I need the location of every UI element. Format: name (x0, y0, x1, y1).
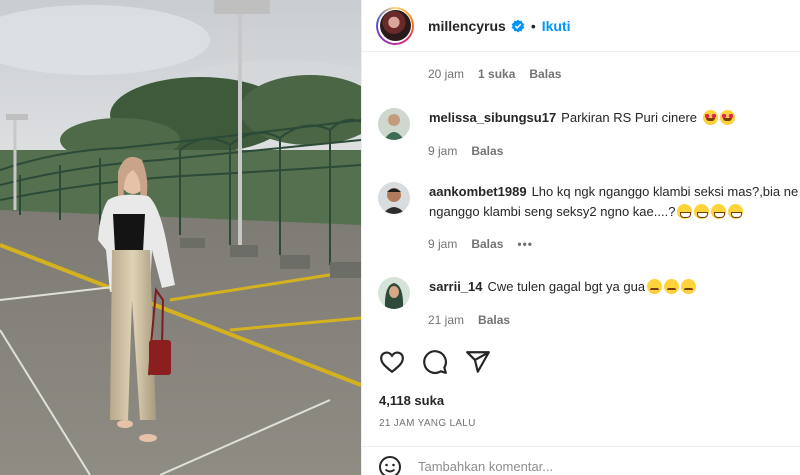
comment-icon[interactable] (422, 349, 448, 375)
grinning-squinting-emoji-icon (677, 204, 693, 219)
comment-time: 9 jam (428, 144, 458, 158)
frowning-emoji-icon (664, 279, 680, 294)
comment-text: Cwe tulen gagal bgt ya gua (487, 279, 646, 294)
commenter-avatar[interactable] (378, 108, 410, 140)
frowning-emoji-icon (681, 279, 697, 294)
grinning-squinting-emoji-icon (711, 204, 727, 219)
add-comment-bar (362, 446, 800, 475)
comment-text: Parkiran RS Puri cinere (561, 110, 697, 125)
star-struck-emoji-icon (719, 110, 735, 125)
comment-input[interactable] (418, 459, 778, 474)
post-image-illustration (0, 0, 361, 475)
post-header: millencyrus • Ikuti (362, 0, 800, 52)
commenter-avatar[interactable] (378, 277, 410, 309)
grinning-squinting-emoji-icon (728, 204, 744, 219)
previous-comment-meta: 20 jam 1 suka Balas (428, 67, 575, 81)
follow-button[interactable]: Ikuti (542, 18, 571, 34)
reply-button[interactable]: Balas (478, 313, 510, 327)
comment-meta: 9 jam Balas (428, 144, 517, 158)
comment-time: 9 jam (428, 237, 458, 251)
author-avatar[interactable] (376, 6, 414, 45)
frowning-emoji-icon (647, 279, 663, 294)
commenter-username[interactable]: melissa_sibungsu17 (429, 110, 556, 125)
reply-button[interactable]: Balas (471, 237, 503, 251)
comment-time: 20 jam (428, 67, 465, 81)
post-actions (379, 349, 491, 375)
emoji-smile-icon[interactable] (378, 455, 402, 475)
separator-dot: • (530, 17, 536, 34)
comment-item: melissa_sibungsu17 Parkiran RS Puri ciner… (378, 108, 799, 140)
post-photo (0, 0, 361, 475)
comment-item: sarrii_14 Cwe tulen gagal bgt ya gua (378, 277, 799, 309)
post-timestamp: 21 JAM YANG LALU (379, 418, 476, 429)
post-detail-panel: millencyrus • Ikuti 20 jam 1 suka Balas … (361, 0, 800, 475)
grinning-squinting-emoji-icon (694, 204, 710, 219)
comment-time: 21 jam (428, 313, 465, 327)
comment-likes[interactable]: 1 suka (478, 67, 515, 81)
reply-button[interactable]: Balas (471, 144, 503, 158)
commenter-username[interactable]: aankombet1989 (429, 184, 527, 199)
commenter-avatar[interactable] (378, 182, 410, 214)
send-icon[interactable] (465, 349, 491, 375)
commenter-username[interactable]: sarrii_14 (429, 279, 483, 294)
likes-count[interactable]: 4,118 suka (379, 393, 444, 408)
more-options-icon[interactable]: ••• (517, 237, 533, 251)
comment-meta: 9 jam Balas ••• (428, 237, 547, 251)
star-struck-emoji-icon (702, 110, 718, 125)
author-username[interactable]: millencyrus (428, 18, 506, 34)
comment-meta: 21 jam Balas (428, 313, 524, 327)
heart-icon[interactable] (379, 349, 405, 375)
verified-badge-icon (511, 19, 525, 33)
comment-item: aankombet1989 Lho kq ngk nganggo klambi s… (378, 182, 800, 222)
reply-button[interactable]: Balas (529, 67, 561, 81)
